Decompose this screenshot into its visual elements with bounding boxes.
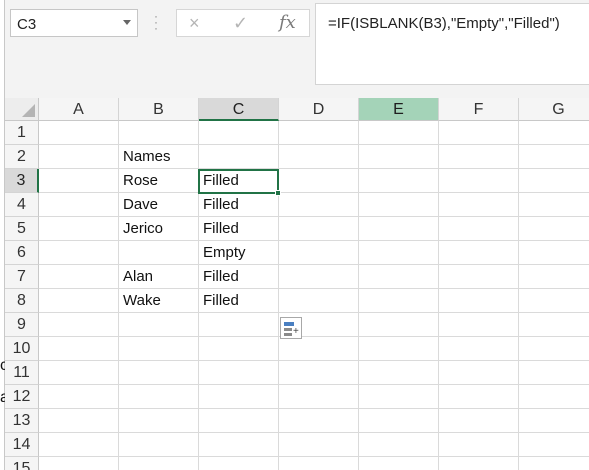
row-header-5[interactable]: 5 bbox=[5, 217, 39, 241]
row-header-12[interactable]: 12 bbox=[5, 385, 39, 409]
row-header-4[interactable]: 4 bbox=[5, 193, 39, 217]
cancel-icon[interactable]: × bbox=[189, 12, 200, 34]
cell-c4[interactable]: Filled bbox=[199, 193, 279, 217]
formula-text: =IF(ISBLANK(B3),"Empty","Filled") bbox=[328, 15, 560, 32]
gridline bbox=[39, 336, 589, 337]
formula-input[interactable]: =IF(ISBLANK(B3),"Empty","Filled") bbox=[315, 3, 589, 85]
spreadsheet-grid[interactable]: A B C D E F G 1 2 3 4 5 6 7 8 9 10 11 12… bbox=[5, 98, 589, 470]
select-all-icon bbox=[22, 104, 35, 117]
formula-buttons: × ✓ fx bbox=[176, 9, 310, 37]
cell-b5[interactable]: Jerico bbox=[119, 217, 199, 241]
gridline bbox=[438, 121, 439, 470]
gridline bbox=[39, 384, 589, 385]
cell-c5[interactable]: Filled bbox=[199, 217, 279, 241]
gridline bbox=[39, 432, 589, 433]
column-header-f[interactable]: F bbox=[439, 98, 519, 121]
cell-b2[interactable]: Names bbox=[119, 145, 199, 169]
row-header-3[interactable]: 3 bbox=[5, 169, 39, 193]
gridline bbox=[39, 360, 589, 361]
cell-b7[interactable]: Alan bbox=[119, 265, 199, 289]
gridline bbox=[39, 456, 589, 457]
quick-analysis-icon-part bbox=[284, 328, 292, 331]
row-header-10[interactable]: 10 bbox=[5, 337, 39, 361]
column-header-c[interactable]: C bbox=[199, 98, 279, 121]
gridline bbox=[518, 121, 519, 470]
enter-icon[interactable]: ✓ bbox=[233, 12, 248, 34]
name-box[interactable]: C3 bbox=[10, 9, 138, 37]
quick-analysis-icon[interactable]: + bbox=[280, 317, 302, 339]
cell-c7[interactable]: Filled bbox=[199, 265, 279, 289]
cell-c6[interactable]: Empty bbox=[199, 241, 279, 265]
insert-function-icon[interactable]: fx bbox=[279, 12, 296, 34]
formula-toolbar: C3 · · · × ✓ fx =IF(ISBLANK(B3),"Empty","F… bbox=[0, 0, 589, 98]
fill-handle[interactable] bbox=[275, 190, 281, 196]
plus-icon: + bbox=[293, 326, 299, 337]
active-cell-border bbox=[198, 169, 279, 194]
name-box-value: C3 bbox=[17, 16, 37, 33]
gridline bbox=[358, 121, 359, 470]
row-header-9[interactable]: 9 bbox=[5, 313, 39, 337]
row-header-7[interactable]: 7 bbox=[5, 265, 39, 289]
row-header-8[interactable]: 8 bbox=[5, 289, 39, 313]
row-header-1[interactable]: 1 bbox=[5, 121, 39, 145]
column-header-a[interactable]: A bbox=[39, 98, 119, 121]
gridline bbox=[39, 408, 589, 409]
row-header-11[interactable]: 11 bbox=[5, 361, 39, 385]
chevron-down-icon[interactable] bbox=[123, 20, 131, 25]
select-all-button[interactable] bbox=[5, 98, 39, 121]
row-header-14[interactable]: 14 bbox=[5, 433, 39, 457]
column-header-b[interactable]: B bbox=[119, 98, 199, 121]
cell-c8[interactable]: Filled bbox=[199, 289, 279, 313]
cell-b3[interactable]: Rose bbox=[119, 169, 199, 193]
column-header-g[interactable]: G bbox=[519, 98, 589, 121]
row-header-2[interactable]: 2 bbox=[5, 145, 39, 169]
row-header-15[interactable]: 15 bbox=[5, 457, 39, 470]
row-header-13[interactable]: 13 bbox=[5, 409, 39, 433]
cell-b4[interactable]: Dave bbox=[119, 193, 199, 217]
drag-handle-icon[interactable]: · · · bbox=[154, 10, 158, 34]
quick-analysis-icon-part bbox=[284, 333, 292, 336]
row-header-6[interactable]: 6 bbox=[5, 241, 39, 265]
cell-b8[interactable]: Wake bbox=[119, 289, 199, 313]
column-header-e[interactable]: E bbox=[359, 98, 439, 121]
column-header-d[interactable]: D bbox=[279, 98, 359, 121]
